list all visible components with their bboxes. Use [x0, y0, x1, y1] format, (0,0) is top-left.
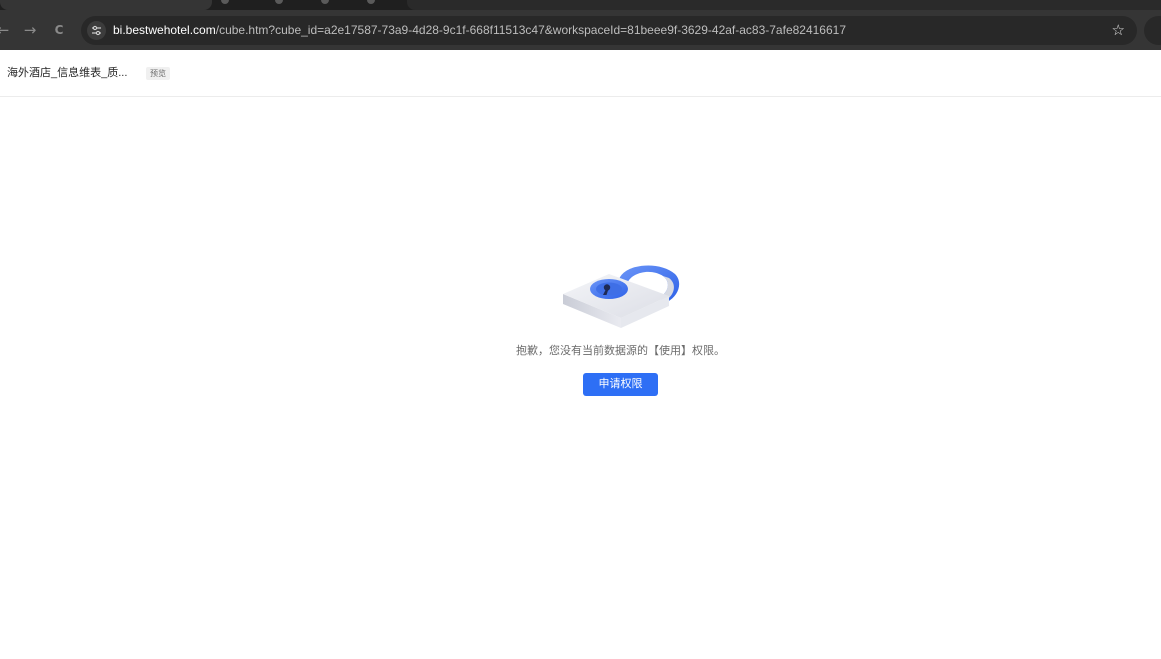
page-header: 海外酒店_信息维表_质... 预览	[0, 50, 1161, 97]
browser-toolbar: ← → C bi.bestwehotel.com/cube.htm?cube_i…	[0, 10, 1161, 50]
tab-favicon-icon[interactable]	[367, 0, 375, 4]
url-host: bi.bestwehotel.com	[113, 23, 216, 37]
url-text[interactable]: bi.bestwehotel.com/cube.htm?cube_id=a2e1…	[113, 16, 846, 45]
address-bar[interactable]: bi.bestwehotel.com/cube.htm?cube_id=a2e1…	[81, 16, 1137, 45]
page-title[interactable]: 海外酒店_信息维表_质...	[7, 50, 127, 96]
url-path: /cube.htm?cube_id=a2e17587-73a9-4d28-9c1…	[215, 23, 847, 37]
no-permission-message: 抱歉，您没有当前数据源的【使用】权限。	[516, 345, 725, 357]
site-settings-icon[interactable]	[87, 21, 106, 40]
tab-favicon-icon[interactable]	[321, 0, 329, 4]
tab-inactive-group	[215, 0, 405, 10]
back-icon[interactable]: ←	[0, 10, 14, 50]
tab-favicon-icon[interactable]	[275, 0, 283, 4]
tab-strip-empty	[407, 0, 1161, 10]
request-permission-button[interactable]: 申请权限	[583, 373, 658, 396]
preview-badge: 预览	[146, 67, 170, 80]
tab-active[interactable]	[0, 0, 212, 10]
reload-icon[interactable]: C	[48, 10, 70, 50]
forward-icon[interactable]: →	[19, 10, 41, 50]
tab-strip	[0, 0, 1161, 10]
bookmark-star-icon[interactable]: ☆	[1112, 16, 1125, 45]
lock-icon	[559, 260, 683, 332]
extensions-button[interactable]	[1144, 16, 1161, 45]
tab-favicon-icon[interactable]	[221, 0, 229, 4]
